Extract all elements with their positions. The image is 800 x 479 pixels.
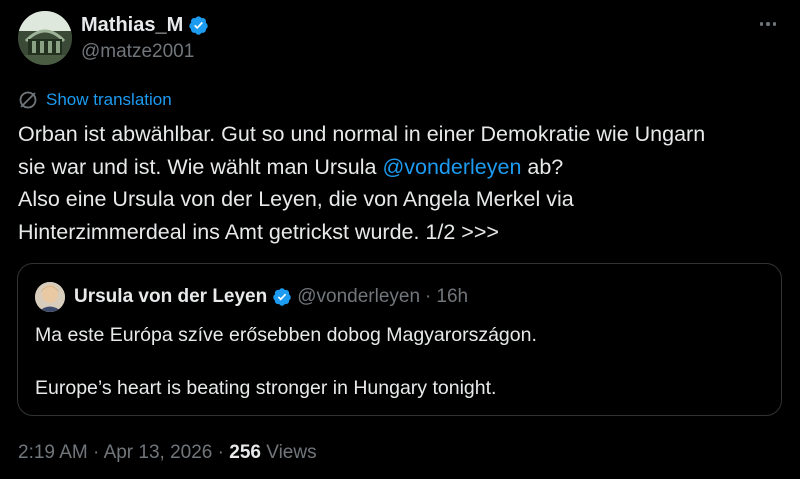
author-handle[interactable]: @matze2001 xyxy=(81,41,194,63)
tweet-text-line: Orban ist abwählbar. Gut so und normal i… xyxy=(18,122,706,146)
quote-header: Ursula von der Leyen @vonderleyen · 16h xyxy=(74,286,468,308)
quote-separator: · xyxy=(425,286,432,307)
tweet-text-segment: ab? xyxy=(521,154,564,179)
quote-author-avatar[interactable] xyxy=(35,282,65,312)
show-translation-button[interactable]: Show translation xyxy=(18,89,172,111)
avatar-image xyxy=(18,11,72,65)
tweet-text-line: Also eine Ursula von der Leyen, die von … xyxy=(18,187,574,211)
more-options-icon[interactable] xyxy=(756,14,780,34)
quote-timestamp[interactable]: 16h xyxy=(436,286,468,308)
quote-avatar-image xyxy=(35,282,65,312)
quote-tweet-card[interactable]: Ursula von der Leyen @vonderleyen · 16h … xyxy=(17,263,782,416)
tweet-time[interactable]: 2:19 AM xyxy=(18,442,88,463)
quote-author-handle[interactable]: @vonderleyen xyxy=(297,286,420,308)
quote-text-hungarian: Ma este Európa szíve erősebben dobog Mag… xyxy=(35,324,537,346)
tweet-text: Orban ist abwählbar. Gut so und normal i… xyxy=(18,118,788,248)
author-name-row: Mathias_M xyxy=(81,13,209,37)
tweet-text-line: sie war und ist. Wie wählt man Ursula @v… xyxy=(18,151,788,184)
author-display-name[interactable]: Mathias_M xyxy=(81,13,183,37)
verified-badge-icon[interactable] xyxy=(272,287,292,307)
quote-text: Ma este Európa szíve erősebben dobog Mag… xyxy=(35,321,765,402)
tweet-date[interactable]: Apr 13, 2026 xyxy=(104,442,213,463)
tweet-text-segment: sie war und ist. Wie wählt man Ursula xyxy=(18,154,383,179)
views-label: Views xyxy=(260,442,317,463)
views-count: 256 xyxy=(229,442,261,463)
tweet-meta: 2:19 AM · Apr 13, 2026 · 256 Views xyxy=(18,441,317,465)
mention-link[interactable]: @vonderleyen xyxy=(382,155,521,179)
translate-icon xyxy=(19,91,37,109)
tweet-text-line: Hinterzimmerdeal ins Amt getrickst wurde… xyxy=(18,219,499,244)
author-avatar[interactable] xyxy=(18,11,72,65)
quote-text-english: Europe’s heart is beating stronger in Hu… xyxy=(35,377,497,399)
verified-badge-icon[interactable] xyxy=(188,15,209,36)
meta-separator: · xyxy=(212,442,230,463)
quote-author-name[interactable]: Ursula von der Leyen xyxy=(74,286,267,308)
tweet-container: Mathias_M @matze2001 Show translation Or… xyxy=(0,0,800,479)
show-translation-label: Show translation xyxy=(46,90,172,109)
meta-separator: · xyxy=(87,442,104,463)
